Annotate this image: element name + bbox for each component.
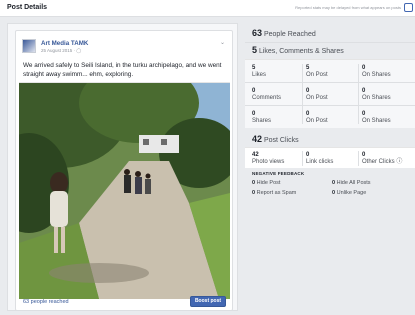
post-stats-panel: 63 People Reached 5 Likes, Comments & Sh… (245, 23, 415, 315)
photo-views-stat: 42 Photo views (252, 152, 285, 165)
negative-feedback-title: NEGATIVE FEEDBACK (252, 171, 305, 176)
info-icon[interactable]: ⓘ (396, 159, 402, 165)
post-date: 25 August 2015 · ◯ (41, 48, 82, 53)
photo-island-path (19, 83, 230, 299)
shares-stat: 0 Shares (252, 111, 272, 124)
avatar[interactable] (22, 39, 36, 53)
globe-icon: ◯ (76, 48, 82, 53)
post-clicks-stat: 42 Post Clicks (252, 134, 299, 144)
boost-post-button[interactable]: Boost post (190, 296, 226, 307)
comments-on-shares-stat: 0 On Shares (362, 88, 391, 101)
report-spam-stat: 0 Report as Spam (252, 190, 297, 196)
hide-all-posts-stat: 0 Hide All Posts (332, 180, 371, 186)
post-author[interactable]: Art Media TAMK (41, 40, 88, 47)
divider (245, 42, 415, 43)
engagement-grid: 5 Likes 5 On Post 0 On Shares 0 Comments 0 On… (245, 59, 415, 128)
post-details-header: Post Details Reported stats may be delay… (0, 0, 415, 17)
people-reached-link[interactable]: 63 people reached (23, 299, 69, 305)
unlike-page-stat: 0 Unlike Page (332, 190, 367, 196)
engagement-stat: 5 Likes, Comments & Shares (252, 45, 344, 55)
comments-stat: 0 Comments (252, 88, 282, 101)
delay-notice: Reported stats may be delayed from what … (295, 5, 401, 10)
post-photo[interactable] (19, 82, 230, 315)
shares-on-post-stat: 0 On Post (306, 111, 328, 124)
likes-on-shares-stat: 0 On Shares (362, 65, 391, 78)
link-clicks-stat: 0 Link clicks (306, 152, 334, 165)
people-reached-stat: 63 People Reached (252, 28, 316, 38)
close-icon[interactable] (404, 3, 413, 12)
likes-stat: 5 Likes (252, 65, 267, 78)
other-clicks-stat: 0 Other Clicks ⓘ (362, 152, 403, 165)
post-card: Art Media TAMK 25 August 2015 · ◯ ⌄ We a… (15, 30, 233, 311)
post-text: We arrived safely to Seili Island, in th… (23, 62, 222, 78)
post-preview-panel: Art Media TAMK 25 August 2015 · ◯ ⌄ We a… (7, 23, 238, 311)
likes-on-post-stat: 5 On Post (306, 65, 328, 78)
shares-on-shares-stat: 0 On Shares (362, 111, 391, 124)
hide-post-stat: 0 Hide Post (252, 180, 281, 186)
comments-on-post-stat: 0 On Post (306, 88, 328, 101)
chevron-down-icon[interactable]: ⌄ (220, 39, 225, 46)
clicks-grid: 42 Photo views 0 Link clicks 0 Other Clicks… (245, 147, 415, 168)
page-title: Post Details (7, 4, 48, 11)
post-footer: 63 people reached Boost post (19, 296, 230, 311)
